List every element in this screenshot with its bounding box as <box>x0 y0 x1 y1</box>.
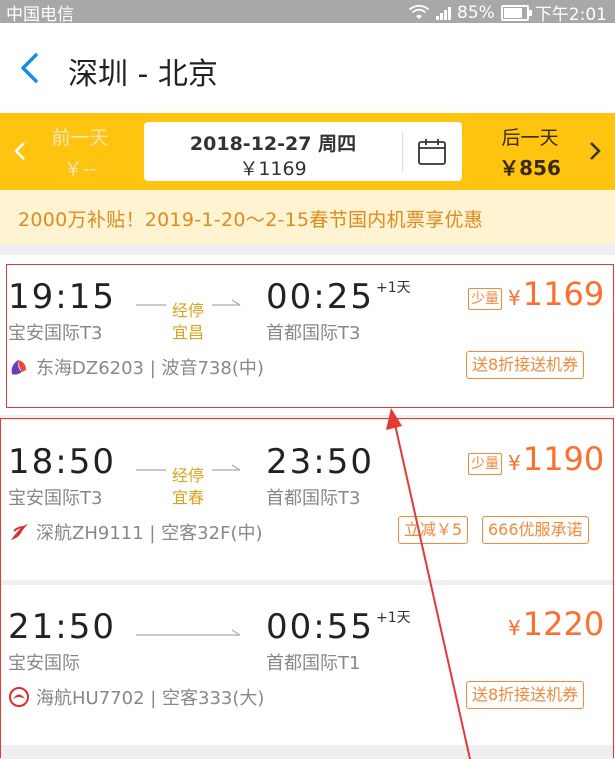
stop-city: 宜昌 <box>171 323 204 342</box>
departure-time: 18:50 <box>8 442 116 482</box>
chevron-left-icon[interactable] <box>8 135 32 167</box>
plus-day: +1天 <box>376 280 411 296</box>
wifi-icon <box>408 4 430 19</box>
calendar-icon[interactable] <box>417 137 447 167</box>
flight-card[interactable]: 21:50 宝安国际 00:55 +1天 首都国际T1 ¥1220 海航HU77… <box>0 585 615 745</box>
status-bar: 中国电信 85% 下午2:01 <box>0 0 615 25</box>
departure-airport: 宝安国际 <box>8 653 80 674</box>
stop-label: 经停 <box>171 466 204 485</box>
prev-day-label: 前一天 <box>51 127 109 149</box>
page-title: 深圳 - 北京 <box>68 57 218 92</box>
service-badge: 666优服承诺 <box>482 516 589 544</box>
next-day-label: 后一天 <box>501 127 559 149</box>
price-value: 1220 <box>522 605 605 643</box>
price: ¥1220 <box>508 605 604 643</box>
battery-icon <box>500 4 532 21</box>
price: ¥1190 <box>508 440 604 478</box>
clock: 下午2:01 <box>534 5 607 25</box>
discount-badge: 立减￥5 <box>398 516 469 544</box>
airline-info: 东海DZ6203 | 波音738(中) <box>8 354 264 380</box>
next-day-button[interactable]: 后一天 ￥856 <box>490 123 570 181</box>
airline-flight: 东海DZ6203 | 波音738(中) <box>36 358 264 379</box>
flight-card[interactable]: 19:15 宝安国际T3 经停 宜昌 00:25 +1天 首都国际T3 少量 ¥… <box>0 255 615 415</box>
divider <box>402 132 403 172</box>
airline-info: 深航ZH9111 | 空客32F(中) <box>8 519 263 545</box>
currency: ¥ <box>508 286 521 310</box>
price: ¥1169 <box>508 275 604 313</box>
currency: ¥ <box>508 616 521 640</box>
promo-badge: 送8折接送机券 <box>466 351 585 379</box>
plus-day: +1天 <box>376 610 411 626</box>
departure-airport: 宝安国际T3 <box>8 488 103 509</box>
airline-flight: 海航HU7702 | 空客333(大) <box>36 688 265 709</box>
arrival-airport: 首都国际T1 <box>266 653 361 674</box>
departure-airport: 宝安国际T3 <box>8 323 103 344</box>
flight-card[interactable]: 18:50 宝安国际T3 经停 宜春 23:50 首都国际T3 少量 ¥1190… <box>0 420 615 580</box>
title-bar: 深圳 - 北京 <box>0 23 615 113</box>
stop-city: 宜春 <box>171 488 204 507</box>
departure-time: 19:15 <box>8 277 116 317</box>
price-value: 1169 <box>522 275 605 313</box>
shenzhen-airlines-logo-icon <box>11 524 28 540</box>
departure-time: 21:50 <box>8 607 116 647</box>
price-value: 1190 <box>522 440 605 478</box>
arrival-time: 00:25 <box>266 277 374 317</box>
next-day-price: ￥856 <box>499 156 561 180</box>
airline-info: 海航HU7702 | 空客333(大) <box>8 684 264 710</box>
arrival-airport: 首都国际T3 <box>266 488 361 509</box>
promo-text: 2000万补贴！2019-1-20～2-15春节国内机票享优惠 <box>18 209 484 231</box>
currency: ¥ <box>508 451 521 475</box>
arrival-airport: 首都国际T3 <box>266 323 361 344</box>
few-seats-tag: 少量 <box>468 453 502 475</box>
arrival-time: 23:50 <box>266 442 374 482</box>
signal-icon <box>436 6 452 20</box>
status-icons: 85% 下午2:01 <box>408 0 607 25</box>
donghai-logo-icon <box>11 360 26 375</box>
promo-banner[interactable]: 2000万补贴！2019-1-20～2-15春节国内机票享优惠 <box>0 190 615 244</box>
prev-day-button[interactable]: 前一天 ￥-- <box>40 123 120 181</box>
route-arrow <box>136 629 241 636</box>
hainan-airlines-logo-icon <box>9 687 29 707</box>
prev-day-price: ￥-- <box>63 158 97 180</box>
arrival-time: 00:55 <box>266 607 374 647</box>
date-bar: 前一天 ￥-- 2018-12-27 周四 ￥1169 后一天 ￥856 <box>0 113 615 190</box>
current-date-price: ￥1169 <box>239 158 307 180</box>
few-seats-tag: 少量 <box>468 288 502 310</box>
promo-badge: 送8折接送机券 <box>466 681 585 709</box>
battery-percent: 85% <box>457 2 495 23</box>
current-date: 2018-12-27 周四 <box>189 133 357 155</box>
airline-flight: 深航ZH9111 | 空客32F(中) <box>36 523 263 544</box>
chevron-right-icon[interactable] <box>583 135 607 167</box>
carrier-label: 中国电信 <box>6 5 74 25</box>
back-arrow-icon[interactable] <box>16 51 46 85</box>
stop-label: 经停 <box>171 301 204 320</box>
current-date-box[interactable]: 2018-12-27 周四 ￥1169 <box>144 122 462 181</box>
